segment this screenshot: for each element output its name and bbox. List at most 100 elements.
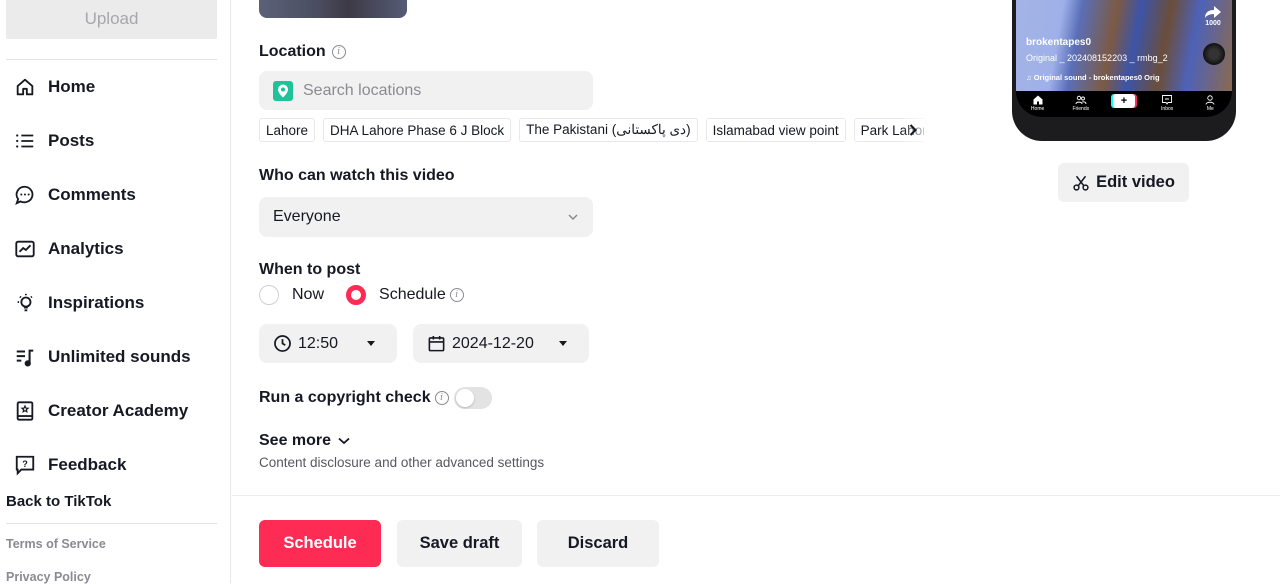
location-chip[interactable]: Islamabad view point	[705, 118, 846, 142]
chevron-right-icon[interactable]	[906, 121, 920, 139]
see-more-label: See more	[259, 432, 332, 449]
preview-tab-inbox: Inbox	[1152, 94, 1182, 112]
sidebar-item-label: Analytics	[48, 239, 124, 258]
when-to-post-label: When to post	[259, 261, 361, 278]
tab-label: Home	[1030, 106, 1045, 112]
location-label-text: Location	[259, 43, 326, 60]
home-icon	[1033, 95, 1043, 105]
preview-tab-create: +	[1109, 94, 1139, 108]
edit-video-label: Edit video	[1096, 173, 1175, 191]
home-icon	[14, 76, 36, 98]
tab-label: Me	[1206, 106, 1214, 112]
see-more-subtitle: Content disclosure and other advanced se…	[259, 455, 545, 470]
schedule-button[interactable]: Schedule	[259, 520, 381, 567]
sidebar-divider	[6, 523, 217, 524]
terms-of-service-link[interactable]: Terms of Service	[6, 537, 106, 551]
calendar-icon	[428, 335, 445, 352]
copyright-check-label: Run a copyright check i	[259, 389, 449, 407]
sidebar-item-comments[interactable]: Comments	[14, 180, 136, 210]
sidebar-item-home[interactable]: Home	[14, 72, 95, 102]
chevron-down-icon	[567, 208, 579, 226]
phone-screen: 1000 brokentapes0 Original _ 20240815220…	[1016, 0, 1232, 117]
back-to-tiktok-link[interactable]: Back to TikTok	[6, 493, 111, 510]
sidebar-item-label: Comments	[48, 185, 136, 204]
location-chip[interactable]: Lahore	[259, 118, 316, 142]
schedule-radio-label: Schedule i	[379, 286, 464, 304]
upload-button[interactable]: Upload	[6, 0, 217, 39]
now-radio-label: Now	[292, 286, 325, 303]
schedule-radio[interactable]	[346, 285, 367, 305]
sidebar: Upload Home Posts Comments Analytics Ins…	[0, 0, 231, 584]
sidebar-item-analytics[interactable]: Analytics	[14, 234, 124, 264]
sidebar-divider	[6, 59, 217, 60]
music-list-icon	[14, 346, 36, 368]
info-icon[interactable]: i	[331, 45, 346, 59]
location-search[interactable]	[259, 71, 593, 110]
preview-tab-friends: Friends	[1066, 94, 1096, 112]
comment-icon	[14, 184, 36, 206]
sidebar-item-label: Creator Academy	[48, 401, 189, 420]
preview-tabbar: Home Friends + Inbox Me	[1016, 91, 1232, 117]
schedule-radio-text: Schedule	[379, 286, 446, 303]
share-count-text: 1000	[1205, 20, 1221, 27]
sidebar-item-inspirations[interactable]: Inspirations	[14, 288, 144, 318]
chevron-down-icon	[338, 437, 350, 445]
location-chip[interactable]: DHA Lahore Phase 6 J Block	[323, 118, 512, 142]
preview-caption: Original _ 202408152203 _ rmbg_2	[1026, 53, 1168, 63]
location-chip[interactable]: The Pakistani (دی پاکستانی)	[519, 118, 698, 142]
sidebar-item-label: Posts	[48, 131, 95, 150]
edit-cover-button[interactable]: Edit cover	[259, 0, 407, 18]
save-draft-button[interactable]: Save draft	[397, 520, 522, 567]
preview-tab-home: Home	[1023, 94, 1053, 112]
plus-icon: +	[1112, 94, 1135, 108]
list-icon	[14, 130, 36, 152]
main-content: Edit cover Location i Lahore DHA Lahore …	[232, 0, 1280, 583]
visibility-label: Who can watch this video	[259, 167, 455, 184]
visibility-select[interactable]: Everyone	[259, 197, 593, 237]
visibility-value: Everyone	[273, 208, 341, 225]
sidebar-item-label: Home	[48, 77, 96, 96]
location-pin-icon	[273, 80, 293, 101]
feedback-icon: ?	[14, 454, 36, 476]
copyright-check-text: Run a copyright check	[259, 389, 431, 406]
toggle-knob	[456, 389, 474, 407]
discard-button[interactable]: Discard	[537, 520, 659, 567]
music-disc-icon	[1203, 43, 1225, 65]
location-label: Location i	[259, 43, 346, 61]
sidebar-item-creator-academy[interactable]: Creator Academy	[14, 396, 188, 426]
academy-book-icon	[14, 400, 36, 422]
preview-username: brokentapes0	[1026, 37, 1092, 48]
see-more-button[interactable]: See more	[259, 432, 351, 450]
preview-sound: ♫ Original sound - brokentapes0 Orig	[1026, 73, 1160, 82]
video-preview-phone: 1000 brokentapes0 Original _ 20240815220…	[1012, 0, 1236, 141]
preview-tab-me: Me	[1195, 94, 1225, 112]
tab-label: Inbox	[1161, 106, 1174, 112]
edit-cover-label: Edit cover	[259, 0, 407, 1]
share-count: 1000	[1205, 6, 1221, 27]
profile-icon	[1205, 95, 1215, 105]
sidebar-item-label: Feedback	[48, 455, 127, 474]
footer-divider	[232, 495, 1280, 496]
location-search-input[interactable]	[303, 81, 563, 100]
sidebar-item-posts[interactable]: Posts	[14, 126, 94, 156]
date-picker[interactable]: 2024-12-20	[413, 324, 589, 363]
caret-down-icon	[559, 341, 567, 346]
copyright-check-toggle[interactable]	[454, 387, 492, 409]
info-icon[interactable]: i	[449, 288, 464, 302]
when-to-post-options: Now Schedule i	[259, 285, 486, 305]
clock-icon	[274, 335, 291, 352]
svg-text:?: ?	[22, 459, 28, 469]
location-suggestions: Lahore DHA Lahore Phase 6 J Block The Pa…	[259, 118, 924, 142]
edit-video-button[interactable]: Edit video	[1058, 163, 1189, 202]
sidebar-item-unlimited-sounds[interactable]: Unlimited sounds	[14, 342, 191, 372]
share-icon	[1205, 6, 1221, 18]
tab-label: Friends	[1072, 106, 1090, 112]
info-icon[interactable]: i	[434, 391, 449, 405]
privacy-policy-link[interactable]: Privacy Policy	[6, 570, 91, 584]
time-picker[interactable]: 12:50	[259, 324, 397, 363]
sidebar-item-feedback[interactable]: ? Feedback	[14, 450, 126, 480]
caret-down-icon	[367, 341, 375, 346]
now-radio[interactable]	[259, 285, 279, 305]
friends-icon	[1075, 95, 1087, 105]
preview-sound-text: Original sound - brokentapes0 Orig	[1033, 73, 1160, 82]
